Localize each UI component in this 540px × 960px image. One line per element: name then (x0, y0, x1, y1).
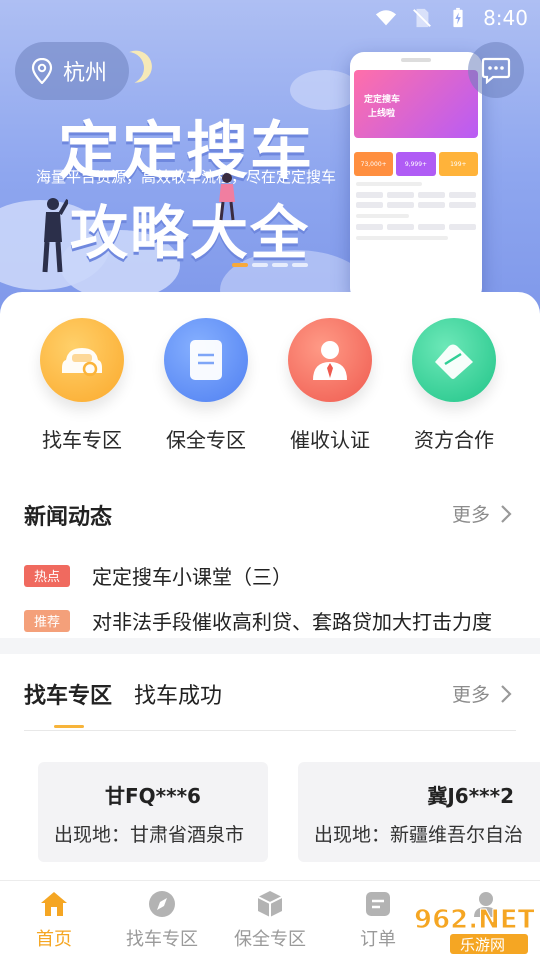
car-card[interactable]: 冀J6***2 出现地：新疆维吾尔自治 (298, 762, 540, 862)
nav-find-car[interactable]: 找车专区 (108, 881, 216, 960)
plate-number: 冀J6***2 (427, 784, 514, 808)
news-item[interactable]: 热点 定定搜车小课堂（三） (24, 561, 292, 590)
quick-entry-label: 找车专区 (42, 428, 122, 452)
watermark-logo: 962.NET 乐游网 (414, 905, 534, 954)
handshake-icon (412, 318, 496, 402)
order-icon (366, 892, 390, 916)
carousel-indicator (232, 263, 308, 267)
find-car-more-link[interactable]: 更多 (452, 680, 512, 707)
man-figure-illustration (42, 198, 68, 273)
nav-preservation[interactable]: 保全专区 (216, 881, 324, 960)
quick-entry-find-car[interactable]: 找车专区 (20, 318, 144, 453)
phone-mockup-illustration: 定定搜车 上线啦 73,000+ 9,999+ 199+ (350, 52, 482, 302)
hot-tag: 热点 (24, 564, 70, 587)
banner-headline-2: 攻略大全 (70, 199, 311, 267)
car-location: 出现地：新疆维吾尔自治 (314, 824, 524, 846)
active-tab-indicator (54, 725, 84, 728)
home-icon (41, 892, 67, 916)
quick-entry-label: 催收认证 (290, 428, 370, 452)
chevron-right-icon (501, 684, 512, 703)
car-icon (40, 318, 124, 402)
chat-bubble-icon (481, 57, 511, 84)
nav-label: 找车专区 (126, 929, 198, 950)
nav-label: 订单 (360, 929, 396, 950)
car-card[interactable]: 甘FQ***6 出现地：甘肃省酒泉市 (38, 762, 268, 862)
find-car-tabs: 找车专区 找车成功 (24, 678, 222, 710)
battery-charging-icon (453, 7, 463, 28)
plate-number: 甘FQ***6 (105, 784, 201, 808)
more-label: 更多 (451, 684, 490, 706)
document-icon (164, 318, 248, 402)
phone-hero-text: 定定搜车 (364, 95, 401, 105)
svg-text:962.NET: 962.NET (414, 905, 534, 935)
status-bar: 8:40 (0, 0, 540, 36)
nav-home[interactable]: 首页 (0, 881, 108, 960)
news-headline: 对非法手段催收高利贷、套路贷加大打击力度 (92, 610, 492, 634)
woman-figure-illustration (219, 173, 235, 221)
nav-label: 保全专区 (234, 929, 306, 950)
car-location: 出现地：甘肃省酒泉市 (54, 824, 245, 846)
more-label: 更多 (451, 504, 490, 526)
quick-entry-capital-partner[interactable]: 资方合作 (392, 318, 516, 453)
news-item[interactable]: 推荐 对非法手段催收高利贷、套路贷加大打击力度 (24, 606, 492, 635)
carousel-dot (272, 263, 288, 267)
quick-entry-row: 找车专区 保全专区 催收认证 资方合作 (0, 318, 540, 453)
quick-entry-collection-cert[interactable]: 催收认证 (268, 318, 392, 453)
phone-hero-text: 上线啦 (368, 109, 396, 119)
news-headline: 定定搜车小课堂（三） (92, 565, 292, 589)
clock: 8:40 (483, 6, 528, 30)
quick-entry-label: 资方合作 (414, 428, 494, 452)
carousel-dot (252, 263, 268, 267)
find-car-section: 找车专区 找车成功 更多 甘FQ***6 出现地：甘肃省酒泉市 冀J6***2 … (0, 654, 540, 880)
news-more-link[interactable]: 更多 (452, 500, 512, 527)
phone-stat-card: 199+ (438, 152, 478, 176)
svg-text:乐游网: 乐游网 (460, 936, 505, 954)
tab-find-success[interactable]: 找车成功 (134, 678, 222, 710)
no-sim-icon (413, 8, 431, 28)
phone-hero: 定定搜车 上线啦 (354, 70, 478, 138)
compass-icon (149, 891, 175, 917)
city-selector[interactable]: 杭州 (15, 42, 129, 100)
wifi-icon (375, 10, 397, 26)
banner-subline: 海量平台资源，高效收车流程，尽在定定搜车 (36, 168, 337, 186)
city-name: 杭州 (63, 61, 108, 86)
tab-find-car[interactable]: 找车专区 (24, 678, 112, 710)
cube-icon (257, 891, 283, 917)
chevron-right-icon (501, 504, 512, 523)
phone-stat-card: 73,000+ (354, 152, 394, 176)
divider (24, 730, 516, 731)
news-section-title: 新闻动态 (24, 505, 113, 530)
message-button[interactable] (468, 42, 524, 98)
carousel-dot (232, 263, 248, 267)
carousel-dot (292, 263, 308, 267)
banner[interactable]: 8:40 杭州 定定搜车 海量平台资源，高效收车流程，尽在定定搜车 攻略大全 定… (0, 0, 540, 320)
quick-entry-preservation[interactable]: 保全专区 (144, 318, 268, 453)
phone-stat-card: 9,999+ (396, 152, 436, 176)
recommend-tag: 推荐 (24, 609, 70, 632)
person-icon (288, 318, 372, 402)
quick-entry-label: 保全专区 (166, 428, 246, 452)
nav-label: 首页 (36, 929, 72, 950)
location-pin-icon (31, 58, 53, 84)
